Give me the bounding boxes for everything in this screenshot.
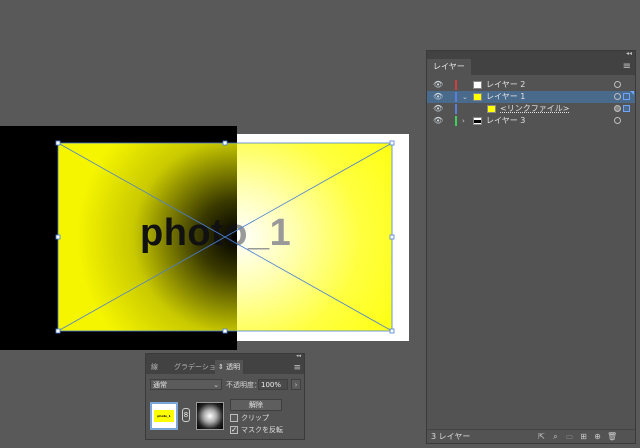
tab-transparency[interactable]: ⇕ 透明 bbox=[215, 360, 244, 374]
tab-transparency-label: 透明 bbox=[226, 363, 241, 371]
eye-icon[interactable]: 👁 bbox=[433, 79, 443, 91]
artwork-thumbnail[interactable]: photo_1 bbox=[150, 402, 178, 430]
layer-thumbnail bbox=[473, 81, 482, 89]
layer-color-bar bbox=[455, 116, 457, 126]
layer-name[interactable]: レイヤー 3 bbox=[486, 115, 525, 127]
artwork-thumbnail-image: photo_1 bbox=[154, 410, 174, 422]
blend-mode-select[interactable]: 通常 ⌄ bbox=[150, 379, 222, 390]
new-layer-icon[interactable]: ⊕ bbox=[593, 432, 602, 441]
eye-icon[interactable]: 👁 bbox=[433, 115, 443, 127]
target-circle-icon[interactable] bbox=[614, 81, 621, 88]
selection-indicator-icon[interactable] bbox=[623, 105, 630, 112]
release-button[interactable]: 解除 bbox=[230, 399, 282, 411]
export-icon[interactable]: ⇱ bbox=[537, 432, 546, 441]
handle-bottom-right bbox=[389, 328, 395, 334]
opacity-input[interactable]: 100% bbox=[258, 379, 288, 390]
panel-title-strip[interactable]: ◂◂ bbox=[427, 50, 635, 59]
hamburger-menu-icon[interactable]: ≡ bbox=[293, 361, 301, 375]
layer-color-bar bbox=[455, 104, 457, 114]
tab-stroke[interactable]: 線 bbox=[151, 360, 158, 374]
layers-tabbar: レイヤー ≡ bbox=[427, 59, 635, 75]
target-circle-icon[interactable] bbox=[614, 117, 621, 124]
invert-mask-label: マスクを反転 bbox=[241, 426, 283, 434]
clip-mask-icon[interactable]: ▭ bbox=[565, 432, 574, 441]
clip-checkbox[interactable] bbox=[230, 414, 238, 422]
opacity-label: 不透明度： bbox=[226, 381, 261, 389]
handle-bottom-left bbox=[55, 328, 61, 334]
selection-indicator-icon[interactable] bbox=[623, 93, 630, 100]
double-chevron-icon[interactable]: ◂◂ bbox=[296, 353, 301, 359]
handle-top-right bbox=[389, 140, 395, 146]
opacity-slider-button[interactable]: › bbox=[291, 379, 301, 390]
layer-thumbnail bbox=[487, 105, 496, 113]
double-chevron-icon[interactable]: ◂◂ bbox=[626, 50, 632, 57]
search-icon[interactable]: ⌕ bbox=[551, 432, 560, 441]
layers-footer: 3 レイヤー ⇱ ⌕ ▭ ⊞ ⊕ 🗑 bbox=[427, 429, 635, 443]
layer-row-layer2[interactable]: 👁 レイヤー 2 bbox=[427, 79, 635, 91]
eye-icon[interactable]: 👁 bbox=[433, 103, 443, 115]
layers-panel: ◂◂ レイヤー ≡ 👁 レイヤー 2 👁 ⌄ レイヤー 1 👁 <リンクファイル… bbox=[426, 50, 636, 444]
delete-icon[interactable]: 🗑 bbox=[607, 432, 617, 441]
link-icon[interactable]: 8 bbox=[182, 408, 190, 422]
handle-mid-left bbox=[55, 234, 61, 240]
chevron-down-icon: ⌄ bbox=[213, 381, 219, 389]
transparency-tabbar: 線 グラデーション ⇕ 透明 ≡ bbox=[146, 360, 304, 374]
clip-label: クリップ bbox=[241, 414, 269, 422]
tab-transparency-prefix: ⇕ bbox=[218, 363, 224, 371]
layer-color-bar bbox=[455, 92, 457, 102]
handle-top-left bbox=[55, 140, 61, 146]
layer-thumbnail bbox=[473, 117, 482, 125]
chevron-right-icon[interactable]: › bbox=[462, 115, 465, 127]
layer-thumbnail bbox=[473, 93, 482, 101]
invert-mask-checkbox[interactable]: ✓ bbox=[230, 426, 238, 434]
layer-row-layer1[interactable]: 👁 ⌄ レイヤー 1 bbox=[427, 91, 635, 103]
hamburger-menu-icon[interactable]: ≡ bbox=[623, 61, 631, 73]
mask-thumbnail[interactable] bbox=[196, 402, 224, 430]
layer-name[interactable]: レイヤー 2 bbox=[486, 79, 525, 91]
handle-mid-right bbox=[389, 234, 395, 240]
layer-row-linked-file[interactable]: 👁 <リンクファイル> bbox=[427, 103, 635, 115]
transparency-panel: ◂◂ 線 グラデーション ⇕ 透明 ≡ 通常 ⌄ 不透明度： 100% › ph… bbox=[145, 353, 305, 440]
layer-count: 3 レイヤー bbox=[431, 432, 471, 441]
layer-name[interactable]: レイヤー 1 bbox=[486, 91, 525, 103]
handle-bottom-mid bbox=[222, 328, 228, 334]
target-circle-icon[interactable] bbox=[614, 93, 621, 100]
layer-name[interactable]: <リンクファイル> bbox=[500, 103, 569, 115]
handle-top-mid bbox=[222, 140, 228, 146]
layer-row-layer3[interactable]: 👁 › レイヤー 3 bbox=[427, 115, 635, 127]
target-circle-icon[interactable] bbox=[614, 105, 621, 112]
layer-color-bar bbox=[455, 80, 457, 90]
chevron-down-icon[interactable]: ⌄ bbox=[462, 91, 468, 103]
selection-corner-icon bbox=[630, 91, 634, 95]
blend-mode-value: 通常 bbox=[153, 381, 167, 389]
new-sublayer-icon[interactable]: ⊞ bbox=[579, 432, 588, 441]
eye-icon[interactable]: 👁 bbox=[433, 91, 443, 103]
tab-layers[interactable]: レイヤー bbox=[427, 59, 471, 75]
